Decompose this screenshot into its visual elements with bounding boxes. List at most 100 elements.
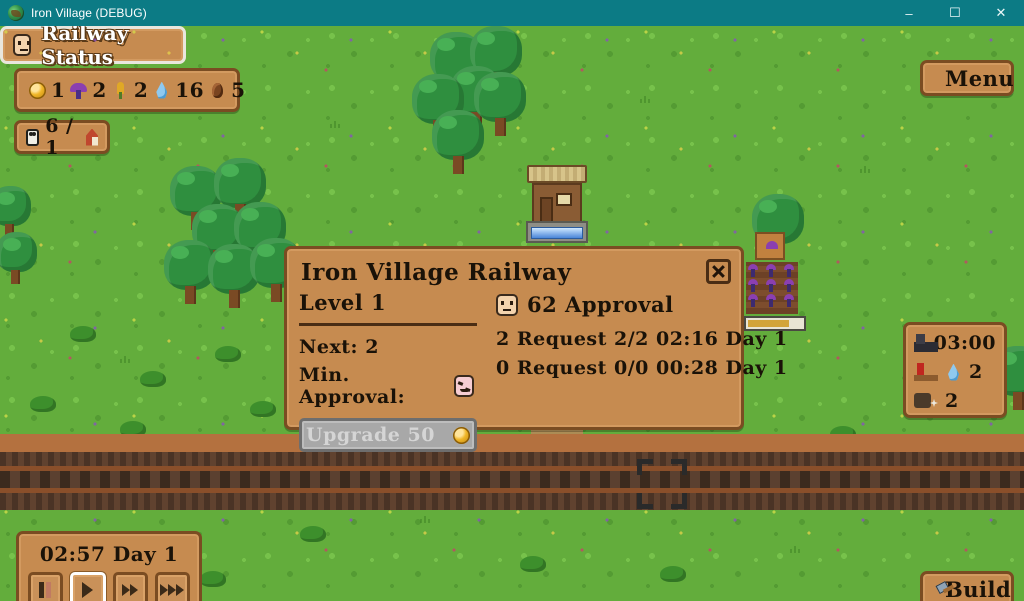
request-row: 2 Request 2/2 02:16 Day 1 xyxy=(496,328,788,350)
grass-tuft xyxy=(420,516,430,523)
menu-button-label: Menu xyxy=(945,65,1015,91)
population-bar: 6 / 1 xyxy=(14,115,110,159)
bush xyxy=(660,566,686,582)
game-clock: 02:57 Day 1 xyxy=(39,542,179,566)
grass-tuft xyxy=(120,356,130,363)
pause-button[interactable] xyxy=(28,572,64,601)
farm-sign xyxy=(755,232,785,260)
min-approval-row: Min. Approval: xyxy=(299,364,474,408)
dialog-columns: Level 1 Next: 2 Min. Approval: Upgrade 5… xyxy=(299,290,787,452)
speed-controls xyxy=(28,572,190,601)
ultra-fast-forward-icon xyxy=(168,584,177,596)
request-row: 0 Request 0/0 00:28 Day 1 xyxy=(496,357,788,379)
resource-gold-value: 1 xyxy=(51,78,66,102)
resource-acorn-value: 5 xyxy=(231,78,246,102)
train-eta-value: 03:00 xyxy=(933,332,996,354)
grass-tuft xyxy=(330,121,340,128)
resource-wheat: 2 xyxy=(112,78,148,102)
window-title: Iron Village (DEBUG) xyxy=(31,6,147,20)
station-window xyxy=(556,193,572,206)
tree xyxy=(0,186,32,238)
fast-forward-icon xyxy=(122,584,131,596)
train-cargo-row: 2 xyxy=(914,390,996,412)
bush xyxy=(70,326,96,342)
menu-button[interactable]: Menu xyxy=(920,60,1014,96)
close-button[interactable]: ✕ xyxy=(978,0,1024,26)
station-progress-bar xyxy=(526,221,588,243)
game-world[interactable]: 1 2 2 16 5 6 / 1 Menu Build Iron Village… xyxy=(0,21,1024,601)
play-button[interactable] xyxy=(70,572,106,601)
bush xyxy=(520,556,546,572)
maximize-button[interactable]: ☐ xyxy=(932,0,978,26)
resource-mushroom: 2 xyxy=(70,78,106,102)
minimize-button[interactable]: – xyxy=(886,0,932,26)
railway-level: Level 1 xyxy=(299,290,387,315)
grass-tuft xyxy=(640,96,650,103)
dialog-title: Iron Village Railway xyxy=(301,259,572,286)
ultra-fast-forward-button[interactable] xyxy=(154,572,190,601)
dialog-left-column: Level 1 Next: 2 Min. Approval: Upgrade 5… xyxy=(299,290,484,452)
resource-water: 16 xyxy=(153,78,204,102)
villager-icon xyxy=(26,128,40,146)
upgrade-button-label: Upgrade 50 xyxy=(306,424,435,446)
train-icon xyxy=(914,334,938,352)
resource-water-value: 16 xyxy=(175,78,205,102)
approval-value: 62 Approval xyxy=(527,292,674,317)
pause-icon xyxy=(38,582,53,598)
fast-forward-button[interactable] xyxy=(112,572,148,601)
window-title-bar: Iron Village (DEBUG) – ☐ ✕ xyxy=(0,0,1024,26)
bush xyxy=(30,396,56,412)
ultra-fast-forward-icon xyxy=(176,584,185,596)
play-icon xyxy=(82,582,94,598)
neutral-face-icon xyxy=(496,293,518,316)
mushroom-icon xyxy=(70,82,88,99)
water-droplet-icon xyxy=(153,82,170,99)
grass-tuft xyxy=(860,166,870,173)
window-controls: – ☐ ✕ xyxy=(886,0,1024,26)
tank-icon xyxy=(914,363,938,381)
app-icon xyxy=(8,5,24,21)
train-water-value: 2 xyxy=(969,361,983,383)
bush xyxy=(215,346,241,362)
cargo-icon xyxy=(914,392,938,410)
bush xyxy=(250,401,276,417)
house-icon xyxy=(85,128,98,146)
train-eta-row: 03:00 xyxy=(914,332,996,354)
tree xyxy=(430,110,486,174)
ultra-fast-forward-icon xyxy=(160,584,169,596)
angry-face-icon xyxy=(453,375,474,397)
gold-coin-icon xyxy=(452,426,470,444)
railway-station-building[interactable] xyxy=(527,165,587,225)
train-water-row: 2 xyxy=(914,361,996,383)
station-progress-fill xyxy=(531,227,583,239)
train-cargo-value: 2 xyxy=(945,390,959,412)
train-info-panel: 03:00 2 2 xyxy=(903,322,1007,418)
wheat-icon xyxy=(112,81,129,99)
bush xyxy=(200,571,226,587)
railway-track[interactable] xyxy=(0,452,1024,510)
station-door xyxy=(540,197,553,223)
grass-tuft xyxy=(790,546,800,553)
bush xyxy=(300,526,326,542)
resource-mushroom-value: 2 xyxy=(92,78,107,102)
build-button[interactable]: Build xyxy=(920,571,1014,601)
dialog-right-column: 62 Approval 2 Request 2/2 02:16 Day 1 0 … xyxy=(496,290,788,430)
water-droplet-icon xyxy=(945,364,962,381)
tile-selection-cursor xyxy=(637,459,687,509)
bush xyxy=(140,371,166,387)
gold-coin-icon xyxy=(29,81,46,99)
railway-next-level: Next: 2 xyxy=(299,336,379,358)
neutral-face-icon xyxy=(13,34,32,56)
close-icon[interactable] xyxy=(706,259,731,284)
resource-bar: 1 2 2 16 5 xyxy=(14,68,245,112)
upgrade-button[interactable]: Upgrade 50 xyxy=(299,418,477,452)
resource-acorn: 5 xyxy=(209,78,245,102)
railway-dialog: Iron Village Railway Level 1 Next: 2 Min… xyxy=(284,246,787,452)
fast-forward-icon xyxy=(130,584,139,596)
resource-wheat-value: 2 xyxy=(133,78,149,102)
min-approval-label: Min. Approval: xyxy=(299,364,406,408)
resource-gold: 1 xyxy=(29,78,65,102)
build-button-label: Build xyxy=(945,576,1012,601)
station-body xyxy=(532,183,582,225)
station-roof xyxy=(527,165,587,183)
